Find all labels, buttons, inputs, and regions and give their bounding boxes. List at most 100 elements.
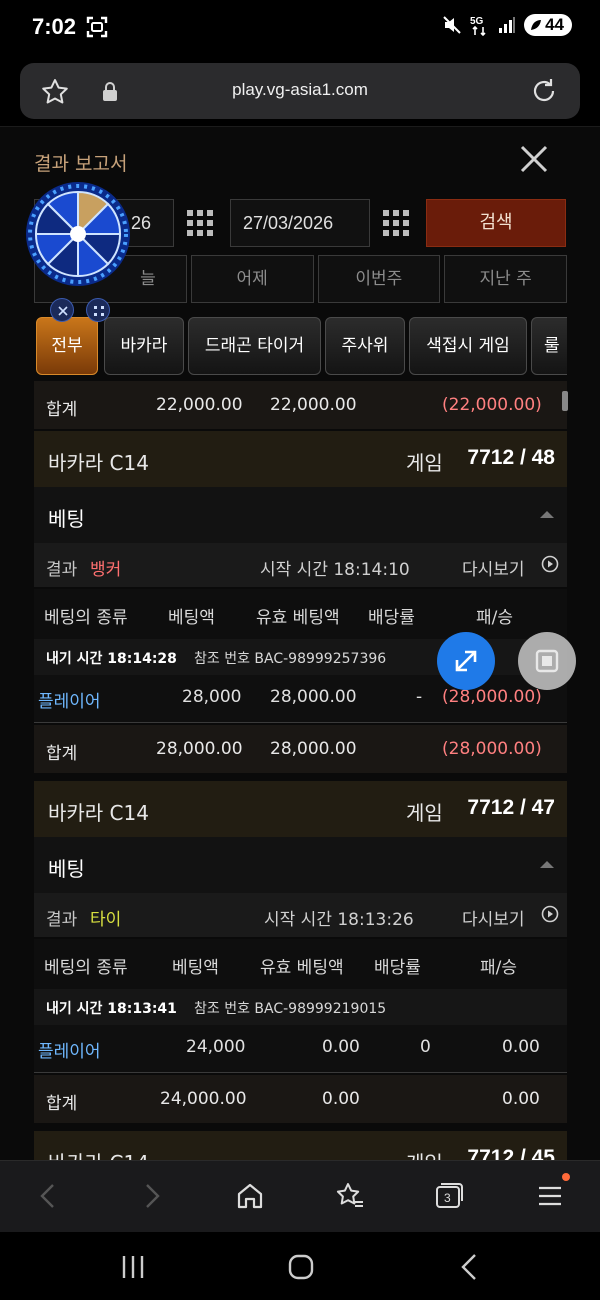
- signal-icon: [499, 17, 516, 33]
- status-bar: 7:02 5G 44: [0, 0, 600, 56]
- play-circle-icon[interactable]: [541, 555, 559, 573]
- round-total-valid: 28,000.00: [270, 739, 357, 759]
- col-bet-amount: 베팅액: [172, 958, 219, 978]
- round-total-win-loss: (28,000.00): [442, 739, 542, 759]
- tab-sicbo[interactable]: 주사위: [325, 317, 405, 375]
- expand-arrows-icon: [455, 650, 477, 672]
- tab-baccarat[interactable]: 바카라: [104, 317, 184, 375]
- browser-toolbar: play.vg-asia1.com: [0, 56, 600, 126]
- result-label: 결과: [46, 560, 78, 580]
- col-bet-amount: 베팅액: [168, 608, 215, 628]
- calendar-grid-icon[interactable]: [382, 209, 410, 237]
- bet-time: 내기 시간 18:13:41: [46, 1001, 177, 1017]
- game-name: 바카라 C14: [48, 801, 149, 825]
- bet-title: 베팅: [48, 857, 85, 881]
- game-number: 7712 / 47: [467, 796, 555, 819]
- bookmarks-icon[interactable]: [335, 1181, 365, 1211]
- collapse-caret-icon[interactable]: [539, 509, 555, 519]
- browser-bottom-bar: 3: [0, 1160, 600, 1232]
- bet-type: 플레이어: [38, 692, 101, 712]
- period-this-week-button[interactable]: 이번주: [317, 255, 441, 303]
- game-header: 바카라 C14 게임 7712 / 48: [34, 431, 567, 487]
- game-label: 게임: [406, 1147, 443, 1160]
- game-name: 바카라 C14: [48, 451, 149, 475]
- bet-section-header[interactable]: 베팅: [34, 837, 567, 893]
- home-icon[interactable]: [235, 1181, 265, 1211]
- bet-info-row: 내기 시간 18:13:41 참조 번호 BAC-98999219015: [34, 989, 567, 1025]
- report-list[interactable]: 합계 22,000.00 22,000.00 (22,000.00) 바카라 C…: [34, 381, 567, 1160]
- game-number: 7712 / 45: [467, 1146, 555, 1160]
- bet-section-header[interactable]: 베팅: [34, 487, 567, 543]
- modal-title: 결과 보고서: [34, 153, 128, 175]
- col-win-loss: 패/승: [480, 958, 518, 978]
- close-icon[interactable]: [516, 141, 552, 177]
- tab-dragon-tiger[interactable]: 드래곤 타이거: [188, 317, 321, 375]
- url-text[interactable]: play.vg-asia1.com: [20, 80, 580, 100]
- tab-count: 3: [444, 1191, 451, 1205]
- bet-amount: 28,000: [182, 687, 242, 707]
- game-header: 바카라 C14 게임 7712 / 45: [34, 1131, 567, 1160]
- lucky-wheel-icon[interactable]: [24, 180, 132, 288]
- move-handle-icon: [94, 306, 104, 316]
- play-circle-icon[interactable]: [541, 905, 559, 923]
- result-value: 뱅커: [90, 560, 122, 580]
- col-bet-type: 베팅의 종류: [44, 958, 128, 978]
- round-total-label: 합계: [46, 1094, 78, 1114]
- date-to-field[interactable]: 27/03/2026: [230, 199, 370, 247]
- tab-all[interactable]: 전부: [36, 317, 98, 375]
- reload-icon[interactable]: [530, 77, 558, 105]
- menu-icon[interactable]: [535, 1181, 565, 1211]
- back-button-icon[interactable]: [455, 1252, 485, 1282]
- wheel-move-button[interactable]: [86, 298, 110, 322]
- column-headers: 베팅의 종류 베팅액 유효 베팅액 배당률 패/승: [34, 939, 567, 989]
- bet-row: 플레이어 24,000 0.00 0 0.00: [34, 1025, 567, 1073]
- address-bar[interactable]: play.vg-asia1.com: [20, 63, 580, 119]
- round-total-row: 합계 24,000.00 0.00 0.00: [34, 1075, 567, 1123]
- replay-button[interactable]: 다시보기: [462, 905, 525, 930]
- game-label: 게임: [406, 801, 443, 825]
- status-icons: 5G 44: [442, 14, 572, 36]
- round-total-bet: 28,000.00: [156, 739, 243, 759]
- round-total-valid: 0.00: [322, 1089, 360, 1109]
- stop-square-icon: [535, 649, 559, 673]
- period-yesterday-button[interactable]: 어제: [190, 255, 314, 303]
- win-loss: 0.00: [502, 1037, 540, 1057]
- game-label: 게임: [406, 451, 443, 475]
- odds: -: [416, 687, 423, 707]
- bet-type: 플레이어: [38, 1042, 101, 1062]
- wheel-close-button[interactable]: [50, 298, 74, 322]
- total-bet: 22,000.00: [156, 395, 243, 415]
- forward-arrow-icon[interactable]: [136, 1181, 166, 1211]
- collapse-caret-icon[interactable]: [539, 859, 555, 869]
- search-button[interactable]: 검색: [426, 199, 566, 247]
- col-odds: 배당률: [368, 608, 415, 628]
- start-time: 시작 시간 18:13:26: [264, 910, 414, 930]
- expand-button[interactable]: [437, 632, 495, 690]
- back-arrow-icon[interactable]: [34, 1181, 64, 1211]
- tab-roulette[interactable]: 룰: [531, 317, 567, 375]
- calendar-grid-icon[interactable]: [186, 209, 214, 237]
- tabs-icon[interactable]: 3: [434, 1181, 464, 1211]
- scrollbar[interactable]: [562, 391, 568, 411]
- col-valid-bet: 유효 베팅액: [260, 958, 344, 978]
- round-total-label: 합계: [46, 744, 78, 764]
- round-total-bet: 24,000.00: [160, 1089, 247, 1109]
- tab-color-plate[interactable]: 색접시 게임: [409, 317, 527, 375]
- round-total-row: 합계 28,000.00 28,000.00 (28,000.00): [34, 725, 567, 773]
- result-label: 결과: [46, 910, 78, 930]
- status-time: 7:02: [32, 14, 77, 39]
- start-time: 시작 시간 18:14:10: [260, 560, 410, 580]
- android-nav-bar: [0, 1232, 600, 1300]
- svg-text:5G: 5G: [470, 16, 484, 27]
- home-button-icon[interactable]: [286, 1252, 316, 1282]
- game-type-tabs: 전부 바카라 드래곤 타이거 주사위 색접시 게임 룰: [34, 315, 567, 377]
- reference-number: 참조 번호 BAC-98999219015: [194, 1001, 387, 1017]
- bet-time: 내기 시간 18:14:28: [46, 651, 177, 667]
- replay-button[interactable]: 다시보기: [462, 555, 525, 580]
- period-last-week-button[interactable]: 지난 주: [444, 255, 567, 303]
- stop-recording-button[interactable]: [518, 632, 576, 690]
- result-row: 결과 타이 시작 시간 18:13:26 다시보기: [34, 893, 567, 937]
- close-small-icon: [58, 306, 68, 316]
- round-total-win-loss: 0.00: [502, 1089, 540, 1109]
- recent-apps-icon[interactable]: [118, 1252, 148, 1282]
